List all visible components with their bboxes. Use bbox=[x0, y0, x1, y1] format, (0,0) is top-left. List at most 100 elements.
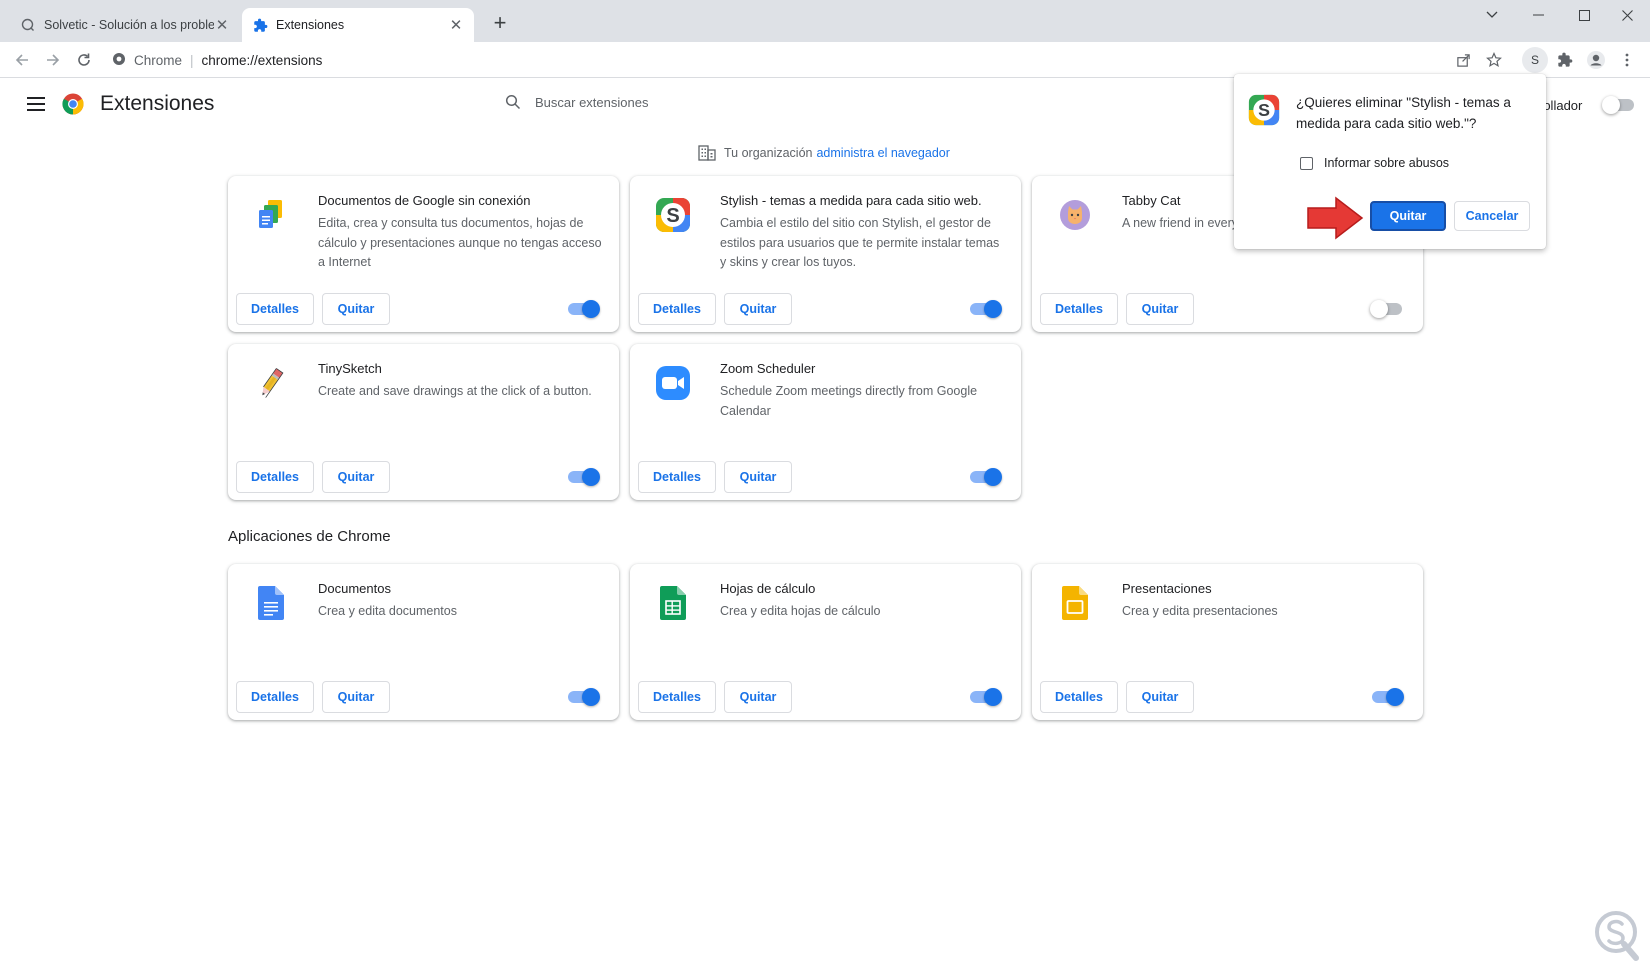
extension-description: Schedule Zoom meetings directly from Goo… bbox=[720, 384, 978, 418]
omnibox-url[interactable]: chrome://extensions bbox=[202, 53, 323, 68]
app-description: Crea y edita hojas de cálculo bbox=[720, 604, 881, 618]
dialog-title: ¿Quieres eliminar "Stylish - temas a med… bbox=[1296, 95, 1511, 131]
tab-solvetic[interactable]: Solvetic - Solución a los problemas ✕ bbox=[10, 8, 240, 42]
profile-avatar-icon[interactable] bbox=[1584, 48, 1608, 72]
extension-description: Cambia el estilo del sitio con Stylish, … bbox=[720, 216, 1000, 269]
building-icon bbox=[698, 145, 716, 161]
sheets-icon bbox=[654, 584, 692, 622]
extension-name: Documentos de Google sin conexión bbox=[318, 193, 531, 208]
maximize-icon[interactable] bbox=[1561, 0, 1607, 30]
details-button[interactable]: Detalles bbox=[1040, 293, 1118, 325]
kebab-menu-icon[interactable] bbox=[1615, 48, 1639, 72]
omnibox[interactable]: Chrome | chrome://extensions bbox=[112, 46, 322, 74]
tab-strip: Solvetic - Solución a los problemas ✕ Ex… bbox=[0, 0, 1650, 42]
chrome-apps-heading: Aplicaciones de Chrome bbox=[228, 528, 391, 545]
main-menu-icon[interactable] bbox=[27, 97, 45, 111]
remove-extension-dialog: S ¿Quieres eliminar "Stylish - temas a m… bbox=[1234, 74, 1546, 249]
enable-toggle[interactable] bbox=[1372, 688, 1404, 706]
developer-mode-toggle[interactable] bbox=[1602, 96, 1634, 114]
tab-extensiones[interactable]: Extensiones ✕ bbox=[242, 8, 474, 42]
bookmark-star-icon[interactable] bbox=[1482, 48, 1506, 72]
details-button[interactable]: Detalles bbox=[236, 681, 314, 713]
app-name: Presentaciones bbox=[1122, 581, 1212, 596]
stylish-icon: S bbox=[1248, 94, 1280, 126]
window-close-icon[interactable] bbox=[1604, 0, 1650, 30]
details-button[interactable]: Detalles bbox=[638, 293, 716, 325]
enable-toggle[interactable] bbox=[568, 688, 600, 706]
details-button[interactable]: Detalles bbox=[638, 461, 716, 493]
enable-toggle[interactable] bbox=[568, 300, 600, 318]
page-title: Extensiones bbox=[100, 92, 215, 115]
tab-search-chevron-icon[interactable] bbox=[1469, 0, 1515, 30]
forward-arrow-icon[interactable] bbox=[41, 48, 65, 72]
extension-name: Zoom Scheduler bbox=[720, 361, 816, 376]
report-abuse-label[interactable]: Informar sobre abusos bbox=[1324, 156, 1449, 170]
minimize-icon[interactable] bbox=[1515, 0, 1561, 30]
reload-icon[interactable] bbox=[72, 48, 96, 72]
zoom-icon bbox=[654, 364, 692, 402]
enable-toggle[interactable] bbox=[568, 468, 600, 486]
remove-button[interactable]: Quitar bbox=[724, 461, 792, 493]
enable-toggle[interactable] bbox=[1370, 300, 1402, 318]
remove-button[interactable]: Quitar bbox=[724, 681, 792, 713]
remove-button[interactable]: Quitar bbox=[322, 293, 390, 325]
org-notice-text: Tu organización bbox=[724, 146, 813, 160]
remove-button[interactable]: Quitar bbox=[1126, 293, 1194, 325]
details-button[interactable]: Detalles bbox=[1040, 681, 1118, 713]
tab-title: Solvetic - Solución a los problemas bbox=[44, 18, 214, 32]
extension-card-stylish: S Stylish - temas a medida para cada sit… bbox=[630, 176, 1021, 332]
extensions-puzzle-icon[interactable] bbox=[1553, 48, 1577, 72]
search-icon bbox=[505, 94, 521, 110]
back-arrow-icon[interactable] bbox=[10, 48, 34, 72]
stylish-extension-avatar[interactable]: S bbox=[1522, 47, 1548, 73]
share-icon[interactable] bbox=[1451, 48, 1475, 72]
remove-button[interactable]: Quitar bbox=[1126, 681, 1194, 713]
tab-title: Extensiones bbox=[276, 18, 345, 32]
enable-toggle[interactable] bbox=[970, 468, 1002, 486]
org-manage-link[interactable]: administra el navegador bbox=[816, 146, 949, 160]
puzzle-favicon-icon bbox=[252, 17, 268, 33]
browser-toolbar: Chrome | chrome://extensions S bbox=[0, 42, 1650, 78]
enable-toggle[interactable] bbox=[970, 300, 1002, 318]
search-input-placeholder[interactable]: Buscar extensiones bbox=[535, 95, 648, 110]
stylish-icon: S bbox=[654, 196, 692, 234]
details-button[interactable]: Detalles bbox=[236, 293, 314, 325]
app-card-hojas-de-calculo: Hojas de cálculo Crea y edita hojas de c… bbox=[630, 564, 1021, 720]
extension-card-tinysketch: TinySketch Create and save drawings at t… bbox=[228, 344, 619, 500]
tabby-cat-icon bbox=[1056, 196, 1094, 234]
app-name: Documentos bbox=[318, 581, 391, 596]
extension-description: Create and save drawings at the click of… bbox=[318, 384, 592, 398]
cancel-button[interactable]: Cancelar bbox=[1454, 201, 1530, 231]
omnibox-site-label: Chrome bbox=[134, 52, 183, 68]
extension-description: Edita, crea y consulta tus documentos, h… bbox=[318, 216, 602, 269]
new-tab-button[interactable]: + bbox=[488, 12, 512, 36]
managed-by-org-notice: Tu organización administra el navegador bbox=[698, 145, 950, 161]
close-tab-icon[interactable]: ✕ bbox=[448, 16, 464, 34]
chrome-site-icon bbox=[112, 52, 126, 69]
docs-icon bbox=[252, 584, 290, 622]
extension-card-zoom-scheduler: Zoom Scheduler Schedule Zoom meetings di… bbox=[630, 344, 1021, 500]
red-arrow-icon bbox=[1306, 196, 1366, 240]
omnibox-separator: | bbox=[190, 52, 194, 68]
svg-text:S: S bbox=[666, 205, 679, 227]
extension-name: Stylish - temas a medida para cada sitio… bbox=[720, 193, 982, 208]
extension-name: TinySketch bbox=[318, 361, 382, 376]
app-card-presentaciones: Presentaciones Crea y edita presentacion… bbox=[1032, 564, 1423, 720]
confirm-remove-button[interactable]: Quitar bbox=[1370, 201, 1446, 231]
app-description: Crea y edita presentaciones bbox=[1122, 604, 1278, 618]
report-abuse-checkbox[interactable] bbox=[1300, 157, 1313, 170]
close-tab-icon[interactable]: ✕ bbox=[214, 16, 230, 34]
app-card-documentos: Documentos Crea y edita documentos Detal… bbox=[228, 564, 619, 720]
details-button[interactable]: Detalles bbox=[236, 461, 314, 493]
remove-button[interactable]: Quitar bbox=[724, 293, 792, 325]
extension-card-docs-offline: Documentos de Google sin conexión Edita,… bbox=[228, 176, 619, 332]
extension-name: Tabby Cat bbox=[1122, 193, 1181, 208]
svg-text:S: S bbox=[1258, 100, 1270, 120]
search-extensions[interactable]: Buscar extensiones bbox=[505, 94, 648, 110]
solvetic-favicon-icon bbox=[20, 17, 36, 33]
remove-button[interactable]: Quitar bbox=[322, 681, 390, 713]
chrome-logo-icon bbox=[62, 93, 84, 115]
enable-toggle[interactable] bbox=[970, 688, 1002, 706]
details-button[interactable]: Detalles bbox=[638, 681, 716, 713]
remove-button[interactable]: Quitar bbox=[322, 461, 390, 493]
